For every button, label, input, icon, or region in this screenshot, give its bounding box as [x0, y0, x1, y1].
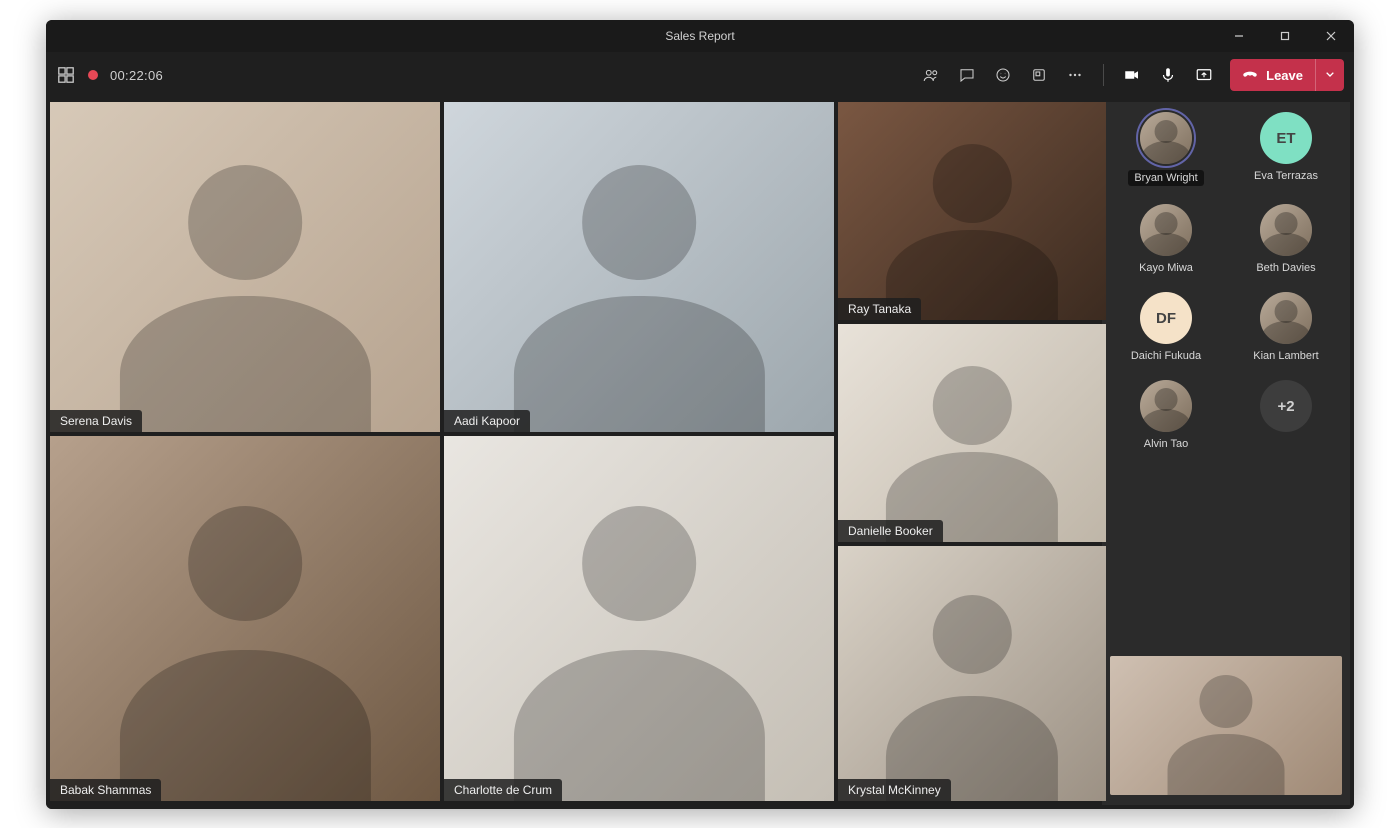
overflow-participant-kian-lambert[interactable]: Kian Lambert — [1230, 292, 1342, 362]
avatar — [1140, 380, 1192, 432]
avatar — [1140, 112, 1192, 164]
title-bar: Sales Report — [46, 20, 1354, 52]
participant-name-label: Danielle Booker — [838, 520, 943, 542]
video-tile-ray-tanaka[interactable]: Ray Tanaka — [838, 102, 1106, 320]
overflow-name-label: Alvin Tao — [1144, 438, 1188, 450]
overflow-name-label: Beth Davies — [1256, 262, 1315, 274]
overflow-name-label: Kian Lambert — [1253, 350, 1318, 362]
video-tile-krystal-mckinney[interactable]: Krystal McKinney — [838, 546, 1106, 801]
self-view-tile[interactable] — [1110, 656, 1342, 795]
recording-indicator-icon — [88, 70, 98, 80]
overflow-name-label: Eva Terrazas — [1254, 170, 1318, 182]
meeting-toolbar: 00:22:06 — [46, 52, 1354, 98]
toolbar-divider — [1103, 64, 1104, 86]
overflow-participant-beth-davies[interactable]: Beth Davies — [1230, 204, 1342, 274]
overflow-participant-bryan-wright[interactable]: Bryan Wright — [1110, 112, 1222, 186]
microphone-icon[interactable] — [1158, 65, 1178, 85]
elapsed-timer: 00:22:06 — [110, 68, 163, 83]
leave-label: Leave — [1266, 68, 1303, 83]
participant-name-label: Ray Tanaka — [838, 298, 921, 320]
overflow-name-label: Daichi Fukuda — [1131, 350, 1201, 362]
meeting-window: Sales Report 00:22:06 — [46, 20, 1354, 809]
people-icon[interactable] — [921, 65, 941, 85]
leave-button[interactable]: Leave — [1230, 59, 1344, 91]
avatar — [1140, 204, 1192, 256]
chat-icon[interactable] — [957, 65, 977, 85]
chevron-down-icon — [1322, 66, 1338, 85]
overflow-more-participants[interactable]: +2 — [1230, 380, 1342, 450]
leave-dropdown-button[interactable] — [1315, 59, 1344, 91]
video-tile-babak-shammas[interactable]: Babak Shammas — [50, 436, 440, 801]
participant-name-label: Charlotte de Crum — [444, 779, 562, 801]
video-tile-danielle-booker[interactable]: Danielle Booker — [838, 324, 1106, 542]
camera-icon[interactable] — [1122, 65, 1142, 85]
rooms-icon[interactable] — [1029, 65, 1049, 85]
overflow-participant-alvin-tao[interactable]: Alvin Tao — [1110, 380, 1222, 450]
overflow-panel: Bryan Wright ET Eva Terrazas Kayo Miwa — [1102, 102, 1350, 805]
video-tile-charlotte-de-crum[interactable]: Charlotte de Crum — [444, 436, 834, 801]
overflow-participant-eva-terrazas[interactable]: ET Eva Terrazas — [1230, 112, 1342, 186]
window-title: Sales Report — [665, 29, 734, 43]
video-gallery: Serena Davis Aadi Kapoor Ray Tanaka Dani… — [50, 102, 1098, 805]
avatar-initials: DF — [1140, 292, 1192, 344]
reactions-icon[interactable] — [993, 65, 1013, 85]
meeting-content: Serena Davis Aadi Kapoor Ray Tanaka Dani… — [46, 98, 1354, 809]
participant-name-label: Krystal McKinney — [838, 779, 951, 801]
avatar — [1260, 204, 1312, 256]
more-actions-icon[interactable] — [1065, 65, 1085, 85]
avatar — [1260, 292, 1312, 344]
overflow-more-count: +2 — [1260, 380, 1312, 432]
participant-name-label: Serena Davis — [50, 410, 142, 432]
overflow-name-label: Kayo Miwa — [1139, 262, 1193, 274]
video-tile-serena-davis[interactable]: Serena Davis — [50, 102, 440, 432]
layout-grid-icon[interactable] — [56, 65, 76, 85]
participant-name-label: Aadi Kapoor — [444, 410, 530, 432]
overflow-participant-daichi-fukuda[interactable]: DF Daichi Fukuda — [1110, 292, 1222, 362]
window-minimize-button[interactable] — [1216, 20, 1262, 52]
window-maximize-button[interactable] — [1262, 20, 1308, 52]
hang-up-icon — [1242, 66, 1258, 85]
window-close-button[interactable] — [1308, 20, 1354, 52]
overflow-participant-kayo-miwa[interactable]: Kayo Miwa — [1110, 204, 1222, 274]
video-tile-aadi-kapoor[interactable]: Aadi Kapoor — [444, 102, 834, 432]
overflow-name-label: Bryan Wright — [1128, 170, 1203, 186]
avatar-initials: ET — [1260, 112, 1312, 164]
participant-name-label: Babak Shammas — [50, 779, 161, 801]
share-screen-icon[interactable] — [1194, 65, 1214, 85]
